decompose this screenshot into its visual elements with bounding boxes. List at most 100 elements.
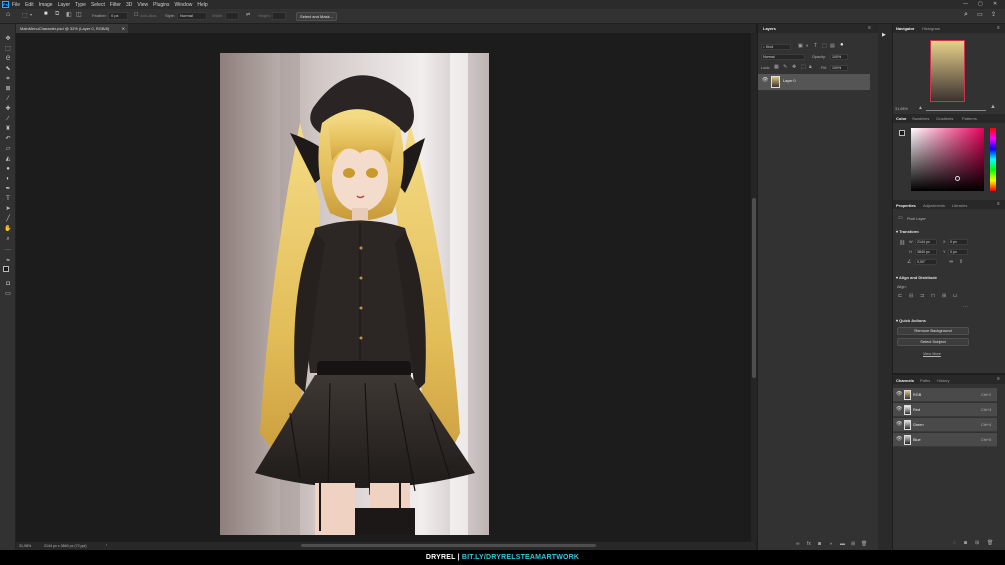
- lasso-icon[interactable]: ᘓ: [4, 55, 12, 63]
- align-bottom-icon[interactable]: ⊔: [953, 293, 957, 299]
- filter-shape-icon[interactable]: ⬚: [822, 43, 827, 49]
- horizontal-scroll-thumb[interactable]: [301, 544, 596, 547]
- type-tool-icon[interactable]: T: [4, 195, 12, 203]
- paint-bucket-icon[interactable]: ◭: [4, 155, 12, 163]
- crop-icon[interactable]: ⌗: [4, 75, 12, 83]
- channel-visibility-eye-icon[interactable]: 👁︎: [896, 406, 902, 412]
- align-section-title[interactable]: ▾ Align and Distribute: [896, 275, 937, 280]
- menu-view[interactable]: View: [137, 2, 148, 8]
- close-icon[interactable]: ✕: [993, 1, 997, 7]
- x-field[interactable]: 0 px: [948, 239, 968, 245]
- new-group-icon[interactable]: ▬: [840, 541, 845, 547]
- blur-icon[interactable]: ●: [4, 165, 12, 173]
- adjustment-layer-icon[interactable]: ◑: [829, 541, 832, 547]
- menu-plugins[interactable]: Plugins: [153, 2, 169, 8]
- panel-menu-icon[interactable]: ≡: [997, 201, 1000, 207]
- opacity-input[interactable]: 100%: [830, 54, 848, 60]
- quick-actions-section-title[interactable]: ▾ Quick Actions: [896, 318, 926, 323]
- canvas-vertical-scrollbar[interactable]: [751, 33, 757, 542]
- color-picker-field[interactable]: [911, 128, 984, 191]
- channel-row-rgb[interactable]: 👁︎ RGB Ctrl+2: [893, 388, 997, 402]
- tab-swatches[interactable]: Swatches: [912, 116, 929, 121]
- menu-select[interactable]: Select: [91, 2, 105, 8]
- workspace-icon[interactable]: ▭: [977, 11, 983, 18]
- y-field[interactable]: 0 px: [948, 249, 968, 255]
- document-tab[interactable]: MainMenuCharacter.psd @ 32% (Layer 0, RG…: [16, 24, 128, 33]
- more-options-icon[interactable]: ···: [963, 304, 968, 310]
- path-selection-icon[interactable]: ➤: [4, 205, 12, 213]
- flip-horizontal-icon[interactable]: ⇹: [949, 259, 953, 265]
- lock-pixels-icon[interactable]: ✎: [783, 64, 787, 70]
- navigator-preview[interactable]: [930, 40, 965, 102]
- close-tab-icon[interactable]: ✕: [122, 24, 125, 33]
- delete-layer-icon[interactable]: 🗑︎: [861, 541, 867, 547]
- healing-brush-icon[interactable]: ✚: [4, 105, 12, 113]
- quick-mask-icon[interactable]: ◘: [4, 280, 12, 288]
- blend-mode-select[interactable]: Normal: [761, 54, 805, 60]
- credit-link[interactable]: BIT.LY/DRYRELSTEAMARTWORK: [462, 554, 579, 561]
- save-selection-icon[interactable]: ◙: [964, 540, 967, 546]
- photoshop-logo-icon[interactable]: Ps: [2, 1, 9, 8]
- layer-name[interactable]: Layer 0: [783, 79, 796, 83]
- tab-gradients[interactable]: Gradients: [936, 116, 953, 121]
- select-and-mask-button[interactable]: Select and Mask...: [296, 12, 337, 21]
- filter-smart-object-icon[interactable]: ▤: [830, 43, 835, 49]
- add-selection-icon[interactable]: ⧉: [55, 11, 59, 18]
- antialias-checkbox[interactable]: ☐: [134, 12, 138, 18]
- history-brush-icon[interactable]: ↶: [4, 135, 12, 143]
- channel-row-red[interactable]: 👁︎ Red Ctrl+3: [893, 403, 997, 417]
- chevron-down-icon[interactable]: ▾: [30, 12, 32, 17]
- home-icon[interactable]: ⌂: [6, 11, 10, 18]
- tab-channels[interactable]: Channels: [896, 378, 914, 383]
- layer-visibility-eye-icon[interactable]: 👁︎: [762, 77, 768, 83]
- layer-style-icon[interactable]: fx: [807, 541, 811, 547]
- delete-channel-icon[interactable]: 🗑︎: [987, 540, 993, 546]
- feather-input[interactable]: 0 px: [108, 12, 128, 20]
- intersect-selection-icon[interactable]: ◫: [76, 11, 82, 18]
- more-tools-icon[interactable]: ···: [4, 246, 12, 254]
- maximize-icon[interactable]: ▢: [978, 1, 983, 7]
- menu-window[interactable]: Window: [175, 2, 193, 8]
- layer-row-layer-0[interactable]: 👁︎ Layer 0: [758, 74, 870, 90]
- fill-input[interactable]: 100%: [830, 65, 848, 71]
- width-input[interactable]: [225, 12, 239, 20]
- remove-background-button[interactable]: Remove Background: [897, 327, 969, 335]
- object-selection-icon[interactable]: ⬉: [4, 65, 12, 73]
- panel-menu-icon[interactable]: ≡: [997, 25, 1000, 31]
- new-layer-icon[interactable]: ⊞: [851, 541, 855, 547]
- search-icon[interactable]: ⌕: [964, 11, 968, 19]
- navigator-zoom-value[interactable]: 31,98%: [895, 107, 908, 111]
- vertical-scroll-thumb[interactable]: [752, 198, 756, 378]
- channel-row-blue[interactable]: 👁︎ Blue Ctrl+5: [893, 433, 997, 447]
- align-right-icon[interactable]: ⊐: [920, 293, 924, 299]
- swap-icon[interactable]: ⇄: [246, 12, 250, 18]
- tab-histogram[interactable]: Histogram: [922, 26, 940, 31]
- align-center-v-icon[interactable]: ⊞: [942, 293, 946, 299]
- line-tool-icon[interactable]: ╱: [4, 215, 12, 223]
- tab-color[interactable]: Color: [896, 116, 906, 121]
- height-field[interactable]: 3840 px: [915, 249, 937, 255]
- load-selection-icon[interactable]: ◌: [953, 540, 956, 546]
- subtract-selection-icon[interactable]: ◧: [66, 11, 72, 18]
- width-field[interactable]: 2144 px: [915, 239, 937, 245]
- zoom-in-icon[interactable]: ▲: [990, 104, 996, 110]
- filter-type-icon[interactable]: T: [814, 43, 817, 49]
- lock-position-icon[interactable]: ✥: [792, 64, 796, 70]
- frame-icon[interactable]: ⊠: [4, 85, 12, 93]
- foreground-color-swatch[interactable]: [3, 266, 9, 272]
- panel-menu-icon[interactable]: ≡: [997, 376, 1000, 382]
- panel-menu-icon[interactable]: ≡: [868, 25, 871, 31]
- link-layers-icon[interactable]: ∞: [796, 541, 800, 547]
- new-channel-icon[interactable]: ⊞: [975, 540, 979, 546]
- filter-pixel-icon[interactable]: ▣: [798, 43, 803, 49]
- link-dimensions-icon[interactable]: ⛓︎: [899, 240, 905, 246]
- dodge-icon[interactable]: ◐: [4, 175, 12, 183]
- zoom-level[interactable]: 31,98%: [19, 544, 31, 548]
- tab-properties[interactable]: Properties: [896, 203, 916, 208]
- hue-slider[interactable]: [990, 128, 996, 191]
- add-mask-icon[interactable]: ◙: [818, 541, 821, 547]
- tab-libraries[interactable]: Libraries: [952, 203, 967, 208]
- menu-edit[interactable]: Edit: [25, 2, 34, 8]
- flip-vertical-icon[interactable]: ⇕: [959, 259, 963, 265]
- menu-image[interactable]: Image: [39, 2, 53, 8]
